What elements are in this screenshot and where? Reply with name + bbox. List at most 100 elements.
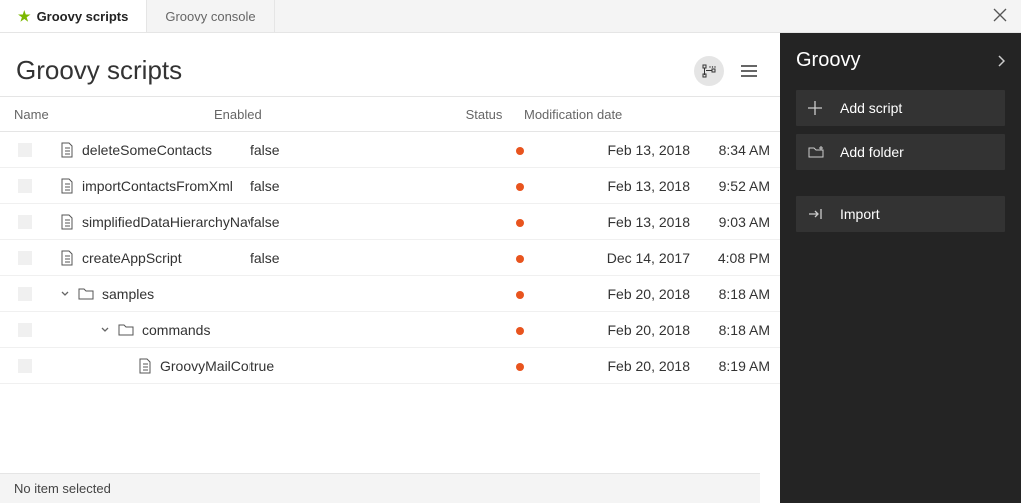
- add-folder-button[interactable]: Add folder: [796, 134, 1005, 170]
- date-cell: Dec 14, 2017: [560, 250, 700, 266]
- tab-label: Groovy scripts: [37, 9, 129, 24]
- status-bar: No item selected: [0, 473, 760, 503]
- table-row[interactable]: importContactsFromXml false Feb 13, 20189:…: [0, 168, 780, 204]
- content-area: Groovy scripts Name: [0, 33, 780, 503]
- enabled-cell: false: [250, 178, 480, 194]
- status-cell: [480, 214, 560, 230]
- col-status[interactable]: Status: [444, 107, 524, 122]
- status-dot-icon: [516, 219, 524, 227]
- row-checkbox[interactable]: [18, 143, 32, 157]
- item-name: commands: [142, 322, 210, 338]
- name-cell: samples: [50, 286, 250, 302]
- action-label: Import: [840, 206, 880, 222]
- name-cell: importContactsFromXml: [50, 178, 250, 194]
- date-cell: Feb 20, 2018: [560, 286, 700, 302]
- enabled-cell: false: [250, 214, 480, 230]
- folder-plus-icon: [808, 145, 824, 159]
- date-cell: Feb 13, 2018: [560, 214, 700, 230]
- enabled-cell: true: [250, 358, 480, 374]
- page-title: Groovy scripts: [16, 55, 182, 86]
- table-row[interactable]: createAppScript false Dec 14, 20174:08 PM: [0, 240, 780, 276]
- menu-button[interactable]: [734, 56, 764, 86]
- chevron-right-icon: [997, 55, 1005, 67]
- status-cell: [480, 178, 560, 194]
- table-row[interactable]: samplesFeb 20, 20188:18 AM: [0, 276, 780, 312]
- file-icon: [138, 358, 152, 374]
- row-checkbox[interactable]: [18, 287, 32, 301]
- name-cell: commands: [50, 322, 250, 338]
- sidebar-title: Groovy: [796, 49, 860, 72]
- file-icon: [60, 250, 74, 266]
- plus-icon: [808, 101, 824, 115]
- enabled-cell: false: [250, 142, 480, 158]
- action-label: Add script: [840, 100, 902, 116]
- sidebar: Groovy Add script Add folder Import: [780, 33, 1021, 503]
- name-cell: GroovyMailCommand: [50, 358, 250, 374]
- add-script-button[interactable]: Add script: [796, 90, 1005, 126]
- chevron-down-icon[interactable]: [100, 325, 110, 335]
- status-cell: [480, 250, 560, 266]
- date-cell: Feb 13, 2018: [560, 178, 700, 194]
- item-name: simplifiedDataHierarchyNav: [82, 214, 250, 230]
- import-button[interactable]: Import: [796, 196, 1005, 232]
- row-checkbox[interactable]: [18, 215, 32, 229]
- close-icon: [993, 8, 1007, 22]
- sidebar-expand-button[interactable]: [997, 55, 1005, 67]
- close-button[interactable]: [993, 8, 1007, 22]
- action-label: Add folder: [840, 144, 904, 160]
- row-checkbox[interactable]: [18, 359, 32, 373]
- table-row[interactable]: deleteSomeContacts false Feb 13, 20188:34 …: [0, 132, 780, 168]
- date-cell: Feb 20, 2018: [560, 358, 700, 374]
- folder-icon: [78, 287, 94, 300]
- table-header: Name Enabled Status Modification date: [0, 96, 780, 132]
- chevron-down-icon[interactable]: [60, 289, 70, 299]
- table-row[interactable]: GroovyMailCommandtrueFeb 20, 20188:19 AM: [0, 348, 780, 384]
- enabled-cell: false: [250, 250, 480, 266]
- time-cell: 9:52 AM: [700, 178, 780, 194]
- col-enabled[interactable]: Enabled: [214, 107, 444, 122]
- time-cell: 8:34 AM: [700, 142, 780, 158]
- status-dot-icon: [516, 147, 524, 155]
- table-row[interactable]: commands Feb 20, 20188:18 AM: [0, 312, 780, 348]
- scripts-table: Name Enabled Status Modification date de…: [0, 96, 780, 503]
- name-cell: simplifiedDataHierarchyNav: [50, 214, 250, 230]
- tab-groovy-scripts[interactable]: ★ Groovy scripts: [0, 0, 147, 32]
- status-cell: [480, 358, 560, 374]
- star-icon: ★: [18, 8, 31, 25]
- time-cell: 4:08 PM: [700, 250, 780, 266]
- item-name: deleteSomeContacts: [82, 142, 212, 158]
- date-cell: Feb 20, 2018: [560, 322, 700, 338]
- time-cell: 9:03 AM: [700, 214, 780, 230]
- item-name: importContactsFromXml: [82, 178, 233, 194]
- tab-label: Groovy console: [165, 9, 255, 24]
- date-cell: Feb 13, 2018: [560, 142, 700, 158]
- col-name[interactable]: Name: [14, 107, 214, 122]
- file-icon: [60, 178, 74, 194]
- item-name: GroovyMailCommand: [160, 358, 250, 374]
- row-checkbox[interactable]: [18, 179, 32, 193]
- status-dot-icon: [516, 363, 524, 371]
- status-cell: [480, 142, 560, 158]
- name-cell: deleteSomeContacts: [50, 142, 250, 158]
- menu-icon: [741, 65, 757, 77]
- file-icon: [60, 142, 74, 158]
- item-name: createAppScript: [82, 250, 182, 266]
- name-cell: createAppScript: [50, 250, 250, 266]
- tree-icon: [701, 63, 717, 79]
- status-cell: [480, 286, 560, 302]
- tabs-bar: ★ Groovy scripts Groovy console: [0, 0, 1021, 33]
- status-dot-icon: [516, 327, 524, 335]
- folder-icon: [118, 323, 134, 336]
- col-date[interactable]: Modification date: [524, 107, 664, 122]
- row-checkbox[interactable]: [18, 251, 32, 265]
- time-cell: 8:18 AM: [700, 322, 780, 338]
- import-icon: [808, 207, 824, 221]
- status-dot-icon: [516, 255, 524, 263]
- table-row[interactable]: simplifiedDataHierarchyNavfalse Feb 13, 2…: [0, 204, 780, 240]
- tab-groovy-console[interactable]: Groovy console: [147, 0, 274, 32]
- status-dot-icon: [516, 291, 524, 299]
- item-name: samples: [102, 286, 154, 302]
- tree-view-button[interactable]: [694, 56, 724, 86]
- status-dot-icon: [516, 183, 524, 191]
- row-checkbox[interactable]: [18, 323, 32, 337]
